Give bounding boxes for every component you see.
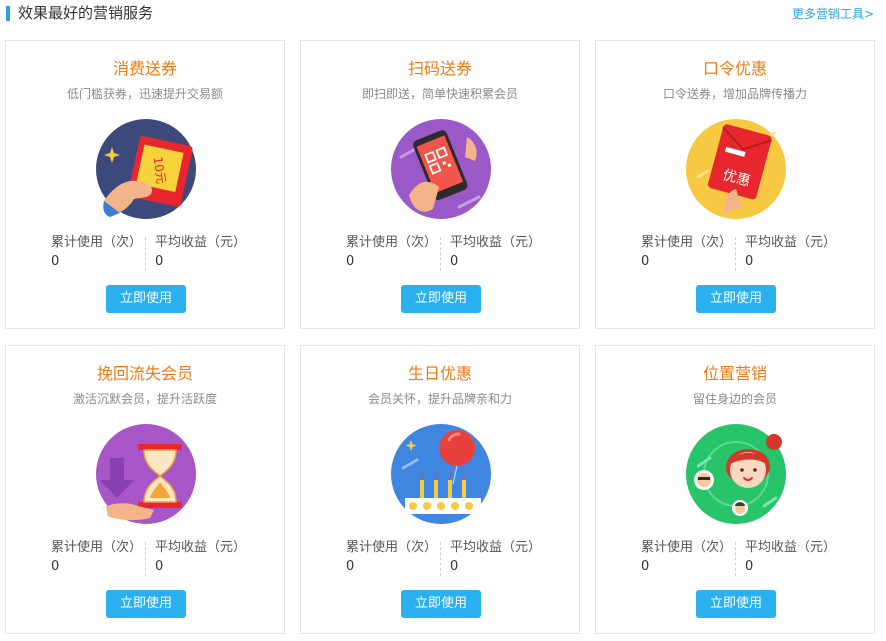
card-title: 生日优惠	[407, 364, 472, 383]
stat-label-total-use: 累计使用（次）	[346, 540, 438, 555]
use-now-button[interactable]: 立即使用	[106, 285, 186, 313]
stat-value-avg-income: 0	[155, 559, 164, 574]
stat-value-total-use: 0	[51, 559, 60, 574]
stat-label-total-use: 累计使用（次）	[51, 235, 143, 250]
stat-value-total-use: 0	[346, 559, 355, 574]
section-header: 效果最好的营销服务 更多营销工具>	[0, 0, 886, 30]
card-subtitle: 激活沉默会员，提升活跃度	[72, 392, 217, 406]
stat-avg-income: 平均收益（元） 0	[155, 539, 246, 576]
stat-value-total-use: 0	[51, 254, 60, 269]
more-marketing-tools-link[interactable]: 更多营销工具>	[792, 6, 874, 22]
card-title: 消费送券	[112, 59, 177, 78]
coupon-hand-icon: 10元	[96, 119, 196, 219]
stat-total-use: 累计使用（次） 0	[641, 539, 732, 576]
stat-label-avg-income: 平均收益（元）	[450, 235, 542, 250]
card-subtitle: 即扫即送，简单快速积累会员	[361, 87, 518, 101]
stat-label-total-use: 累计使用（次）	[641, 540, 733, 555]
stat-avg-income: 平均收益（元） 0	[450, 539, 541, 576]
hourglass-icon	[96, 424, 196, 524]
use-now-button[interactable]: 立即使用	[696, 285, 776, 313]
card-title: 挽回流失会员	[96, 364, 193, 383]
card-password-discount: 口令优惠 口令送券，增加品牌传播力 优惠 累计使用（次） 0 平均收益（元） 0…	[595, 40, 875, 329]
stat-total-use: 累计使用（次） 0	[51, 234, 142, 271]
stat-divider	[145, 542, 146, 576]
stat-value-avg-income: 0	[155, 254, 164, 269]
use-now-button[interactable]: 立即使用	[106, 590, 186, 618]
stat-total-use: 累计使用（次） 0	[346, 539, 437, 576]
stat-avg-income: 平均收益（元） 0	[450, 234, 541, 271]
stat-value-avg-income: 0	[450, 254, 459, 269]
card-title: 位置营销	[702, 364, 767, 383]
stat-value-avg-income: 0	[745, 559, 754, 574]
stat-divider	[735, 237, 736, 271]
card-consume-coupon: 消费送券 低门槛获券，迅速提升交易额 10元 累计使用（次） 0 平均收益（元）…	[5, 40, 285, 329]
card-scan-coupon: 扫码送券 即扫即送，简单快速积累会员 累计使用（次） 0 平均收益（元） 0 立…	[300, 40, 580, 329]
card-subtitle: 留住身边的会员	[692, 392, 777, 406]
stat-divider	[735, 542, 736, 576]
stat-value-avg-income: 0	[745, 254, 754, 269]
card-location-marketing: 位置营销 留住身边的会员 累计使用（次） 0 平均收益（元） 0 立即使用	[595, 345, 875, 634]
stat-total-use: 累计使用（次） 0	[641, 234, 732, 271]
marketing-cards-grid: 消费送券 低门槛获券，迅速提升交易额 10元 累计使用（次） 0 平均收益（元）…	[5, 40, 877, 636]
card-subtitle: 低门槛获券，迅速提升交易额	[66, 87, 223, 101]
card-win-back-members: 挽回流失会员 激活沉默会员，提升活跃度 累计使用（次） 0 平均收益（元） 0 …	[5, 345, 285, 634]
card-birthday-discount: 生日优惠 会员关怀，提升品牌亲和力 累计使用（次） 0 平均收益（元） 0 立即…	[300, 345, 580, 634]
stat-avg-income: 平均收益（元） 0	[745, 539, 836, 576]
card-title: 口令优惠	[702, 59, 767, 78]
stat-label-total-use: 累计使用（次）	[51, 540, 143, 555]
scan-phone-icon	[391, 119, 491, 219]
stat-value-total-use: 0	[346, 254, 355, 269]
use-now-button[interactable]: 立即使用	[696, 590, 776, 618]
stat-value-total-use: 0	[641, 559, 650, 574]
stat-label-avg-income: 平均收益（元）	[155, 540, 247, 555]
red-envelope-icon: 优惠	[686, 119, 786, 219]
stat-label-avg-income: 平均收益（元）	[155, 235, 247, 250]
card-title: 扫码送券	[407, 59, 472, 78]
location-people-icon	[686, 424, 786, 524]
stat-value-avg-income: 0	[450, 559, 459, 574]
stat-divider	[440, 237, 441, 271]
use-now-button[interactable]: 立即使用	[401, 285, 481, 313]
stat-total-use: 累计使用（次） 0	[346, 234, 437, 271]
birthday-cake-icon	[391, 424, 491, 524]
section-title: 效果最好的营销服务	[18, 4, 154, 22]
card-subtitle: 会员关怀，提升品牌亲和力	[367, 392, 512, 406]
stat-label-total-use: 累计使用（次）	[346, 235, 438, 250]
stat-divider	[145, 237, 146, 271]
stat-divider	[440, 542, 441, 576]
stat-avg-income: 平均收益（元） 0	[745, 234, 836, 271]
card-subtitle: 口令送券，增加品牌传播力	[662, 87, 807, 101]
header-accent-bar	[6, 6, 10, 21]
stat-value-total-use: 0	[641, 254, 650, 269]
use-now-button[interactable]: 立即使用	[401, 590, 481, 618]
stat-total-use: 累计使用（次） 0	[51, 539, 142, 576]
stat-label-avg-income: 平均收益（元）	[745, 235, 837, 250]
stat-label-total-use: 累计使用（次）	[641, 235, 733, 250]
stat-label-avg-income: 平均收益（元）	[745, 540, 837, 555]
stat-label-avg-income: 平均收益（元）	[450, 540, 542, 555]
stat-avg-income: 平均收益（元） 0	[155, 234, 246, 271]
